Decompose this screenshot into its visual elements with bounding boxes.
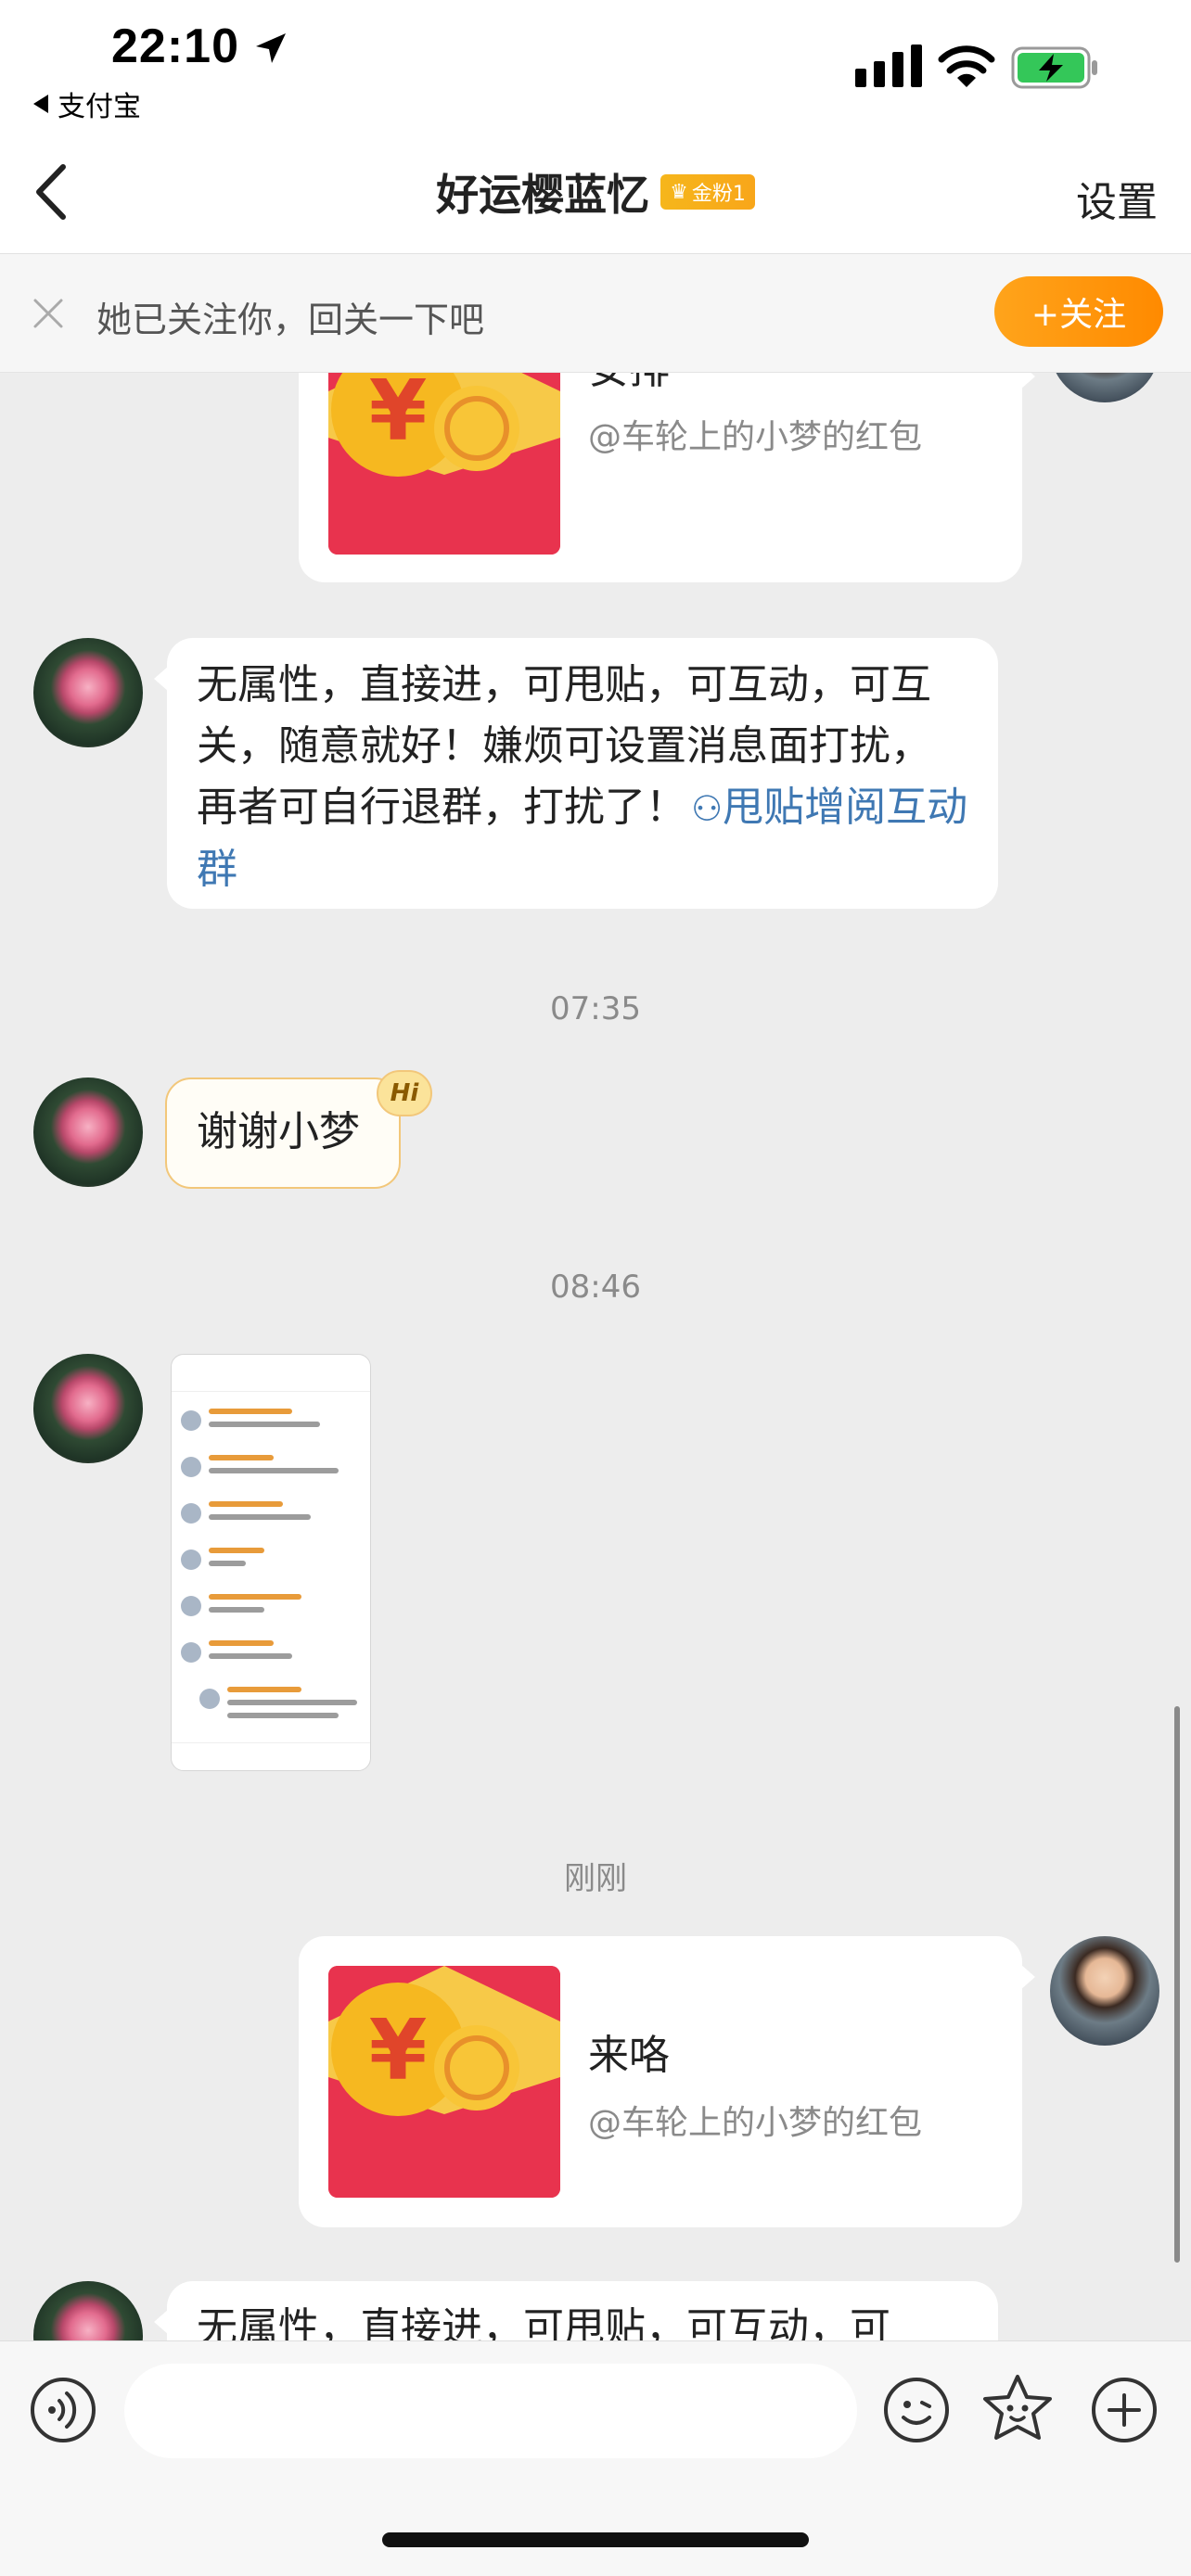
follow-back-banner: 她已关注你，回关一下吧 +关注 <box>0 254 1191 373</box>
back-triangle-icon <box>33 95 48 113</box>
voice-icon[interactable] <box>30 2377 96 2443</box>
thumb-footer <box>172 1742 370 1770</box>
red-packet-subtitle: @车轮上的小梦的红包 <box>588 2104 923 2142</box>
red-packet-icon: ¥ <box>328 373 560 555</box>
sticker-icon[interactable] <box>981 2373 1054 2445</box>
back-to-app-link[interactable]: 支付宝 <box>33 83 141 124</box>
thumb-row <box>181 1544 363 1585</box>
chat-header: 好运樱蓝忆 ♛ 金粉1 设置 <box>0 130 1191 254</box>
close-icon[interactable] <box>32 297 65 330</box>
my-avatar[interactable] <box>1050 373 1159 402</box>
thumb-row <box>181 1498 363 1538</box>
wifi-icon <box>938 45 995 87</box>
svg-text:¥: ¥ <box>369 2002 428 2099</box>
chat-title-group[interactable]: 好运樱蓝忆 ♛ 金粉1 <box>0 161 1191 223</box>
hi-badge: Hi <box>377 1070 432 1116</box>
red-packet-subtitle: @车轮上的小梦的红包 <box>588 418 923 456</box>
my-avatar[interactable] <box>1050 1936 1159 2046</box>
thumb-header <box>172 1355 370 1392</box>
contact-avatar[interactable] <box>33 1354 143 1463</box>
plus-icon[interactable] <box>1091 2377 1158 2443</box>
text-message[interactable]: 无属性，直接进，可甩贴，可互动，可互关，随意就好！嫌烦可设置消息面打扰，再者可自… <box>154 638 998 909</box>
fan-level-badge: ♛ 金粉1 <box>660 174 755 210</box>
fan-badge-label: 金粉1 <box>691 183 746 206</box>
timestamp: 07:35 <box>550 990 641 1027</box>
follow-button[interactable]: +关注 <box>994 276 1163 347</box>
contact-avatar[interactable] <box>33 1078 143 1187</box>
scrollbar[interactable] <box>1174 1706 1180 2263</box>
thumb-row <box>181 1637 363 1677</box>
red-packet-message[interactable]: ¥ 来咯 @车轮上的小梦的红包 <box>299 1936 1035 2227</box>
timestamp: 08:46 <box>550 1269 641 1306</box>
contact-avatar[interactable] <box>33 2281 143 2340</box>
text-message[interactable]: 无属性，直接进，可甩贴，可互动，可 <box>154 2281 998 2340</box>
message-list[interactable]: ¥ 安排 @车轮上的小梦的红包 无属性，直接进，可甩贴，可互动，可互关，随意就好… <box>0 373 1191 2340</box>
thumb-row <box>181 1590 363 1631</box>
home-indicator[interactable] <box>382 2532 809 2547</box>
svg-text:¥: ¥ <box>369 373 428 460</box>
thumb-row <box>181 1683 363 1739</box>
red-packet-title: 来咯 <box>588 2032 670 2079</box>
settings-button[interactable]: 设置 <box>1076 169 1158 228</box>
status-time: 22:10 <box>111 19 239 73</box>
back-app-label: 支付宝 <box>58 91 141 123</box>
group-link-icon: ⚇ <box>691 788 724 829</box>
follow-banner-text: 她已关注你，回关一下吧 <box>96 300 485 340</box>
message-input[interactable] <box>124 2364 857 2458</box>
thumb-row <box>181 1451 363 1492</box>
location-arrow-icon <box>256 33 286 63</box>
thumb-row <box>181 1405 363 1446</box>
contact-avatar[interactable] <box>33 638 143 747</box>
signal-icon <box>855 45 922 87</box>
image-message-thumbnail[interactable] <box>171 1354 371 1771</box>
red-packet-title: 安排 <box>588 373 670 395</box>
emoji-icon[interactable] <box>883 2377 950 2443</box>
timestamp: 刚刚 <box>564 1860 627 1897</box>
status-bar: 22:10 支付宝 <box>0 0 1191 130</box>
crown-icon: ♛ <box>670 180 688 204</box>
message-text: 无属性，直接进，可甩贴，可互动，可 <box>197 2304 890 2340</box>
chat-title: 好运樱蓝忆 <box>436 170 650 220</box>
red-packet-icon: ¥ <box>328 1966 560 2198</box>
greeting-message[interactable]: 谢谢小梦 <box>165 1078 401 1189</box>
battery-charging-icon <box>1011 46 1097 89</box>
message-text: 谢谢小梦 <box>197 1108 360 1155</box>
red-packet-message[interactable]: ¥ 安排 @车轮上的小梦的红包 <box>299 373 1035 582</box>
